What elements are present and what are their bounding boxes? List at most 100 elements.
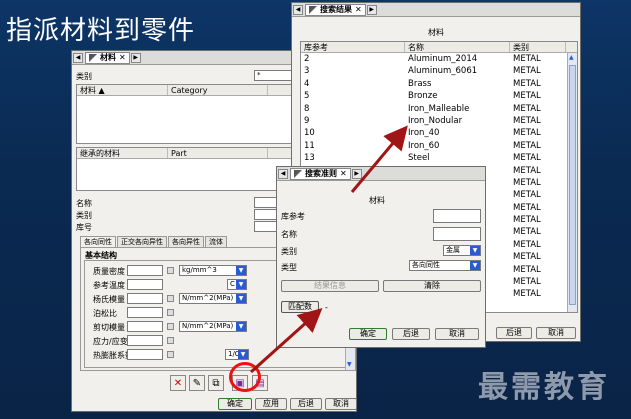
library-number-label: 库号 [76,223,92,232]
copy-icon[interactable]: ⧉ [208,375,224,391]
scroll-down-icon[interactable]: ▼ [347,361,352,368]
match-count-button[interactable]: 匹配数 [281,301,319,313]
scroll-right-icon[interactable]: ▶ [351,168,362,179]
criteria-type-select[interactable]: 各向同性 ▼ [409,260,481,271]
cell-ref: 8 [304,103,310,114]
cell-name: Bronze [408,91,438,102]
cell-name: Iron_40 [408,128,440,139]
match-count-value: - [325,303,328,312]
thermal-unit-select[interactable]: 1/C ▼ [225,349,249,360]
criteria-tab[interactable]: 搜索准则 ✕ [290,167,351,180]
category-label: 类别 [76,72,92,81]
clear-button[interactable]: 清除 [383,280,481,292]
table-row[interactable]: 5 Bronze METAL [301,90,577,102]
cell-category: METAL [513,252,541,263]
table-row[interactable]: 13 Steel METAL [301,152,577,164]
expression-icon[interactable] [167,295,174,302]
shear-input[interactable] [127,321,163,332]
cell-category: METAL [513,177,541,188]
delete-icon[interactable]: ✕ [170,375,186,391]
results-cancel-button[interactable]: 取消 [536,327,576,339]
results-header-category[interactable]: 类别 [510,42,566,52]
table-row[interactable]: 11 Iron_60 METAL [301,140,577,152]
stress-strain-input[interactable] [127,335,163,346]
cancel-button[interactable]: 取消 [325,398,357,410]
ref-temp-input[interactable] [127,279,163,290]
cell-category: METAL [513,91,541,102]
cell-category: METAL [513,264,541,275]
tab-orthotropic[interactable]: 正交各向异性 [117,236,167,247]
inherited-header-part[interactable]: Part [168,148,268,158]
close-icon[interactable]: ✕ [340,169,347,178]
prop-label-shear: 剪切模量 [93,323,125,332]
results-header-ref[interactable]: 库参考 [301,42,405,52]
expression-icon[interactable] [167,323,174,330]
criteria-title: 材料 [369,196,385,205]
expression-icon[interactable] [167,309,174,316]
prop-label-youngs: 杨氏模量 [93,295,125,304]
results-tab[interactable]: 搜索结果 ✕ [305,3,366,16]
scroll-left-icon[interactable]: ◀ [73,52,83,63]
result-info-button[interactable]: 结果信息 [281,280,379,292]
tab-fluid[interactable]: 流体 [205,236,227,247]
prop-label-density: 质量密度 [93,267,125,276]
cell-name: Aluminum_2014 [408,54,478,64]
criteria-back-button[interactable]: 后退 [392,328,430,340]
materials-list-header-category[interactable]: Category [168,85,268,95]
expression-icon[interactable] [167,267,174,274]
cell-name: Brass [408,78,432,89]
materials-list-header-material[interactable]: 材料 ▲ [77,85,168,95]
back-button[interactable]: 后退 [290,398,322,410]
density-input[interactable] [127,265,163,276]
expression-icon[interactable] [167,337,174,344]
apply-button[interactable]: 应用 [255,398,287,410]
close-icon[interactable]: ✕ [119,53,126,62]
criteria-cancel-button[interactable]: 取消 [435,328,479,340]
table-row[interactable]: 10 Iron_40 METAL [301,127,577,139]
ref-temp-unit-select[interactable]: C ▼ [227,279,247,290]
edit-icon[interactable]: ✎ [189,375,205,391]
tab-pin-icon [89,53,97,62]
results-scrollbar[interactable]: ▲ [567,53,577,312]
cell-ref: 4 [304,78,310,89]
expression-icon[interactable] [167,351,174,358]
tab-pin-icon [309,5,317,14]
ok-button[interactable]: 确定 [218,398,252,410]
poisson-input[interactable] [127,307,163,318]
results-title: 材料 [428,28,444,37]
property-tabs: 各向同性 正交各向异性 各向异性 流体 [80,236,228,247]
scroll-right-icon[interactable]: ▶ [366,4,377,15]
cell-category: METAL [513,128,541,139]
cell-name: Aluminum_6061 [408,66,478,77]
materials-tab[interactable]: 材料 ✕ [85,51,130,64]
inherited-header-material[interactable]: 继承的材料 [77,148,168,158]
cell-category: METAL [513,227,541,238]
thermal-input[interactable] [127,349,163,360]
shear-unit-select[interactable]: N/mm^2(MPa) ▼ [179,321,247,332]
scroll-left-icon[interactable]: ◀ [278,168,288,179]
cell-ref: 3 [304,66,310,77]
close-icon[interactable]: ✕ [355,5,362,14]
cell-category: METAL [513,215,541,226]
criteria-ref-label: 库参考 [281,212,305,221]
criteria-category-select[interactable]: 金属 ▼ [443,245,481,256]
criteria-ok-button[interactable]: 确定 [349,328,387,340]
table-row[interactable]: 2 Aluminum_2014 METAL [301,53,577,65]
table-row[interactable]: 8 Iron_Malleable METAL [301,103,577,115]
cell-ref: 10 [304,128,315,139]
density-unit-select[interactable]: kg/mm^3 ▼ [179,265,247,276]
table-row[interactable]: 3 Aluminum_6061 METAL [301,65,577,77]
table-row[interactable]: 9 Iron_Nodular METAL [301,115,577,127]
criteria-ref-input[interactable] [433,209,481,223]
scroll-right-icon[interactable]: ▶ [130,52,141,63]
scroll-up-icon[interactable]: ▲ [569,54,574,61]
results-header-name[interactable]: 名称 [405,42,510,52]
youngs-unit-select[interactable]: N/mm^2(MPa) ▼ [179,293,247,304]
criteria-name-input[interactable] [433,227,481,241]
tab-isotropic[interactable]: 各向同性 [80,236,116,247]
table-row[interactable]: 4 Brass METAL [301,78,577,90]
tab-anisotropic[interactable]: 各向异性 [168,236,204,247]
scroll-left-icon[interactable]: ◀ [293,4,303,15]
youngs-input[interactable] [127,293,163,304]
results-back-button[interactable]: 后退 [496,327,532,339]
